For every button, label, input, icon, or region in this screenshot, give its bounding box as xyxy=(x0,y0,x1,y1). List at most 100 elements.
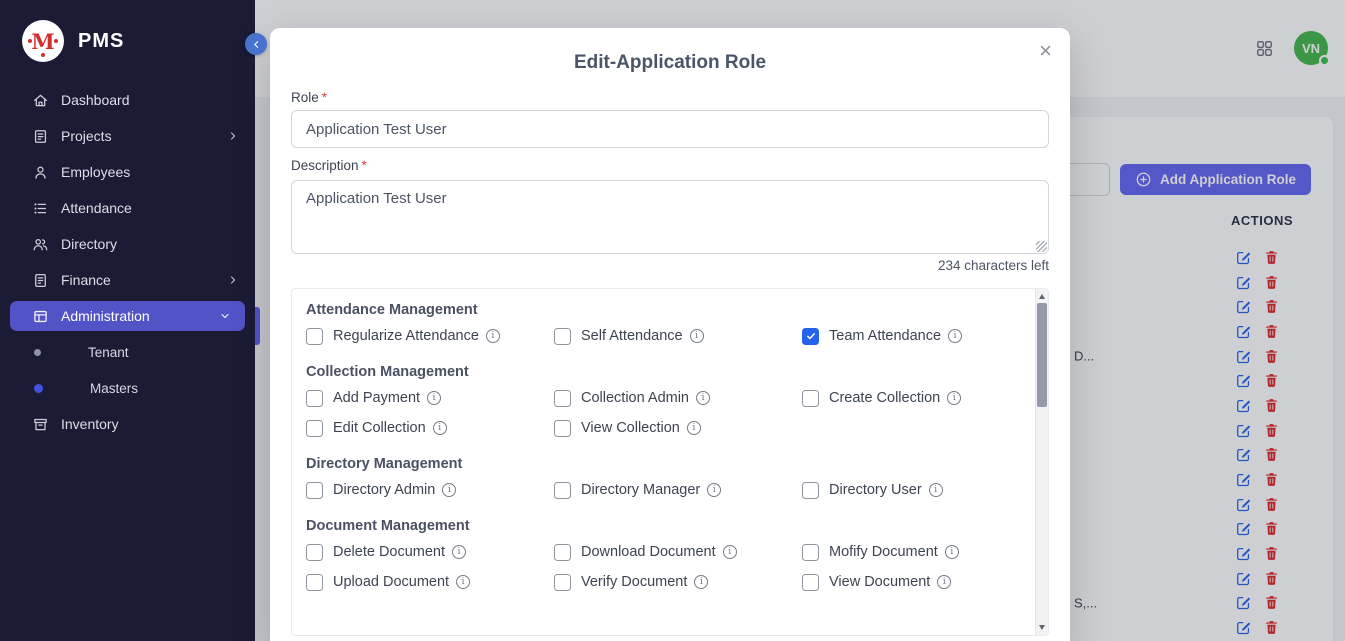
permission-label: Mofify Document xyxy=(829,544,938,560)
sidebar-item-directory[interactable]: Directory xyxy=(0,226,255,262)
checkbox-unchecked[interactable] xyxy=(554,482,571,499)
permission-group: Attendance ManagementRegularize Attendan… xyxy=(306,289,1035,351)
info-icon[interactable]: i xyxy=(937,575,951,589)
sidebar-item-label: Attendance xyxy=(61,200,132,216)
permission-label: View Document xyxy=(829,574,930,590)
projects-icon xyxy=(32,128,49,145)
permission-mofify-document[interactable]: Mofify Document i xyxy=(802,537,1035,567)
scroll-thumb[interactable] xyxy=(1037,303,1047,407)
permission-self-attendance[interactable]: Self Attendancei xyxy=(554,321,802,351)
directory-icon xyxy=(32,236,49,253)
checkbox-unchecked[interactable] xyxy=(802,574,819,591)
scroll-up-arrow-icon[interactable] xyxy=(1039,294,1045,299)
sidebar-item-label: Inventory xyxy=(61,416,119,432)
characters-left-counter: 234 characters left xyxy=(938,258,1049,273)
sidebar-nav: DashboardProjects Employees Attendance Dire… xyxy=(0,82,255,442)
sidebar-item-employees[interactable]: Employees xyxy=(0,154,255,190)
checkbox-unchecked[interactable] xyxy=(306,420,323,437)
permission-view-document[interactable]: View Document i xyxy=(802,567,1035,597)
info-icon[interactable]: i xyxy=(687,421,701,435)
checkbox-unchecked[interactable] xyxy=(306,390,323,407)
info-icon[interactable]: i xyxy=(690,329,704,343)
checkbox-unchecked[interactable] xyxy=(802,544,819,561)
checkbox-unchecked[interactable] xyxy=(554,390,571,407)
sidebar-subitem-tenant[interactable]: Tenant xyxy=(0,334,255,370)
checkbox-unchecked[interactable] xyxy=(802,482,819,499)
app-logo: M PMS xyxy=(0,0,255,82)
scrollbar[interactable] xyxy=(1035,289,1048,635)
sidebar-item-projects[interactable]: Projects xyxy=(0,118,255,154)
permission-label: Add Payment xyxy=(333,390,420,406)
permission-edit-collection[interactable]: Edit Collectioni xyxy=(306,413,554,443)
info-icon[interactable]: i xyxy=(433,421,447,435)
logo-letter: M xyxy=(31,29,54,54)
permission-add-payment[interactable]: Add Payment i xyxy=(306,383,554,413)
description-textarea-wrap: Application Test User xyxy=(291,180,1049,254)
finance-icon xyxy=(32,272,49,289)
permission-team-attendance[interactable]: Team Attendancei xyxy=(802,321,1035,351)
permissions-list: Attendance ManagementRegularize Attendan… xyxy=(292,289,1035,635)
chevron-right-icon xyxy=(227,274,239,286)
chevron-down-icon xyxy=(219,310,231,322)
info-icon[interactable]: i xyxy=(948,329,962,343)
info-icon[interactable]: i xyxy=(442,483,456,497)
permission-view-collection[interactable]: View Collectioni xyxy=(554,413,802,443)
info-icon[interactable]: i xyxy=(947,391,961,405)
permission-label: Collection Admin xyxy=(581,390,689,406)
permission-label: Create Collection xyxy=(829,390,940,406)
checkbox-unchecked[interactable] xyxy=(306,482,323,499)
permission-group-title: Directory Management xyxy=(306,453,1035,475)
permission-label: Verify Document xyxy=(581,574,687,590)
checkbox-unchecked[interactable] xyxy=(306,328,323,345)
checkbox-checked[interactable] xyxy=(802,328,819,345)
permission-directory-user[interactable]: Directory User i xyxy=(802,475,1035,505)
permission-verify-document[interactable]: Verify Document i xyxy=(554,567,802,597)
checkbox-unchecked[interactable] xyxy=(306,544,323,561)
checkbox-unchecked[interactable] xyxy=(554,574,571,591)
permission-label: Directory User xyxy=(829,482,922,498)
resize-handle-icon[interactable] xyxy=(1036,241,1047,252)
permission-directory-manager[interactable]: Directory Manageri xyxy=(554,475,802,505)
permission-upload-document[interactable]: Upload Documenti xyxy=(306,567,554,597)
info-icon[interactable]: i xyxy=(929,483,943,497)
info-icon[interactable]: i xyxy=(707,483,721,497)
sidebar-item-administration[interactable]: Administration xyxy=(10,301,245,331)
info-icon[interactable]: i xyxy=(452,545,466,559)
role-input[interactable] xyxy=(291,110,1049,148)
permission-group-title: Document Management xyxy=(306,515,1035,537)
checkbox-unchecked[interactable] xyxy=(554,328,571,345)
sidebar-item-finance[interactable]: Finance xyxy=(0,262,255,298)
info-icon[interactable]: i xyxy=(696,391,710,405)
permission-download-document[interactable]: Download Documenti xyxy=(554,537,802,567)
info-icon[interactable]: i xyxy=(456,575,470,589)
checkbox-unchecked[interactable] xyxy=(802,390,819,407)
permission-regularize-attendance[interactable]: Regularize Attendancei xyxy=(306,321,554,351)
permission-create-collection[interactable]: Create Collection i xyxy=(802,383,1035,413)
info-icon[interactable]: i xyxy=(486,329,500,343)
sidebar-item-label: Employees xyxy=(61,164,130,180)
permission-delete-document[interactable]: Delete Documenti xyxy=(306,537,554,567)
sidebar-item-inventory[interactable]: Inventory xyxy=(0,406,255,442)
collapse-sidebar-button[interactable] xyxy=(245,33,267,55)
permission-collection-admin[interactable]: Collection Admin i xyxy=(554,383,802,413)
app-logo-icon: M xyxy=(22,20,64,62)
checkbox-unchecked[interactable] xyxy=(554,544,571,561)
bullet-icon xyxy=(34,384,43,393)
inventory-icon xyxy=(32,416,49,433)
checkbox-unchecked[interactable] xyxy=(306,574,323,591)
permission-group: Document ManagementDelete DocumentiDownl… xyxy=(306,505,1035,597)
close-icon[interactable]: × xyxy=(1035,36,1056,66)
info-icon[interactable]: i xyxy=(694,575,708,589)
scroll-down-arrow-icon[interactable] xyxy=(1039,625,1045,630)
sidebar-item-dashboard[interactable]: Dashboard xyxy=(0,82,255,118)
checkbox-unchecked[interactable] xyxy=(554,420,571,437)
app-name: PMS xyxy=(78,30,124,53)
sidebar-item-attendance[interactable]: Attendance xyxy=(0,190,255,226)
sidebar-subitem-masters[interactable]: Masters xyxy=(0,370,255,406)
info-icon[interactable]: i xyxy=(427,391,441,405)
description-textarea[interactable]: Application Test User xyxy=(291,180,1049,254)
role-field-label: Role* xyxy=(291,90,327,105)
permission-directory-admin[interactable]: Directory Admini xyxy=(306,475,554,505)
info-icon[interactable]: i xyxy=(945,545,959,559)
info-icon[interactable]: i xyxy=(723,545,737,559)
